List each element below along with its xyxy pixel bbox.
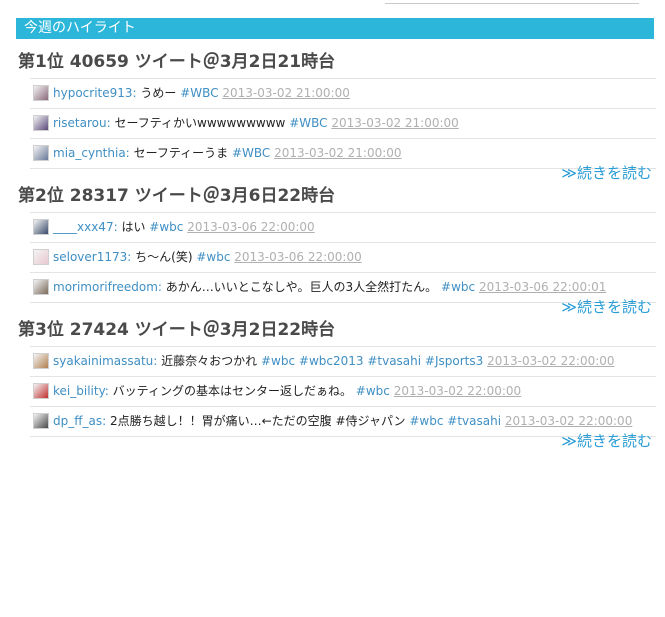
tweet-text: セーフティーうま [133, 146, 229, 160]
hashtag-link[interactable]: #wbc #tvasahi [409, 414, 501, 428]
read-more-link[interactable]: ≫続きを読む [561, 296, 652, 318]
read-more-link[interactable]: ≫続きを読む [561, 162, 652, 184]
tweet-username-link[interactable]: selover1173: [53, 250, 131, 264]
hashtag-link[interactable]: #wbc [149, 220, 183, 234]
hashtag-link[interactable]: #WBC [232, 146, 270, 160]
avatar[interactable] [33, 85, 49, 101]
avatar[interactable] [33, 383, 49, 399]
rank-title: 第2位 28317 ツイート＠3月6日22時台 [18, 186, 336, 206]
section-title: 今週のハイライト [24, 20, 136, 36]
avatar[interactable] [33, 145, 49, 161]
hashtag-link[interactable]: #WBC [289, 116, 327, 130]
tweet-timestamp-link[interactable]: 2013-03-02 21:00:00 [222, 86, 349, 100]
avatar[interactable] [33, 115, 49, 131]
avatar[interactable] [33, 279, 49, 295]
tweet-timestamp-link[interactable]: 2013-03-02 21:00:00 [274, 146, 401, 160]
tweet-row: selover1173: ち～ん(笑) #wbc 2013-03-06 22:0… [30, 242, 656, 272]
hashtag-link[interactable]: #wbc [196, 250, 230, 264]
hashtag-link[interactable]: #wbc #wbc2013 #tvasahi #Jsports3 [261, 354, 483, 368]
tweet-timestamp-link[interactable]: 2013-03-06 22:00:01 [479, 280, 606, 294]
tweet-text: セーフティかいwwwwwwwww [114, 116, 286, 130]
avatar[interactable] [33, 413, 49, 429]
rank-block-3: 第3位 27424 ツイート＠3月2日22時台 syakainimassatu:… [18, 317, 658, 617]
read-more-link[interactable]: ≫続きを読む [561, 430, 652, 452]
tweet-username-link[interactable]: dp_ff_as: [53, 414, 106, 428]
avatar[interactable] [33, 353, 49, 369]
avatar[interactable] [33, 219, 49, 235]
tweet-list: ____xxx47: はい #wbc 2013-03-06 22:00:00 s… [30, 212, 656, 303]
tweet-timestamp-link[interactable]: 2013-03-02 22:00:00 [487, 354, 614, 368]
tweet-text: バッティングの基本はセンター返しだぁね。 [112, 384, 352, 398]
tweet-row: hypocrite913: うめー #WBC 2013-03-02 21:00:… [30, 78, 656, 108]
hashtag-link[interactable]: #WBC [180, 86, 218, 100]
tweet-row: syakainimassatu: 近藤奈々おつかれ #wbc #wbc2013 … [30, 346, 656, 376]
top-divider [385, 0, 639, 4]
avatar[interactable] [33, 249, 49, 265]
tweet-row: kei_bility: バッティングの基本はセンター返しだぁね。 #wbc 20… [30, 376, 656, 406]
tweet-username-link[interactable]: kei_bility: [53, 384, 109, 398]
tweet-text: 2点勝ち越し！！胃が痛い…←ただの空腹 #侍ジャパン [109, 414, 406, 428]
tweet-username-link[interactable]: hypocrite913: [53, 86, 137, 100]
tweet-text: ち～ん(笑) [135, 250, 193, 264]
rank-title: 第3位 27424 ツイート＠3月2日22時台 [18, 320, 336, 340]
tweet-text: あかん…いいとこなしや。巨人の3人全然打たん。 [165, 280, 438, 294]
tweet-text: 近藤奈々おつかれ [161, 354, 258, 368]
tweet-username-link[interactable]: ____xxx47: [53, 220, 118, 234]
tweet-timestamp-link[interactable]: 2013-03-06 22:00:00 [234, 250, 361, 264]
tweet-username-link[interactable]: risetarou: [53, 116, 111, 130]
tweet-username-link[interactable]: syakainimassatu: [53, 354, 157, 368]
tweet-text: はい [121, 220, 146, 234]
tweet-list: hypocrite913: うめー #WBC 2013-03-02 21:00:… [30, 78, 656, 169]
tweet-text: うめー [140, 86, 177, 100]
hashtag-link[interactable]: #wbc [441, 280, 475, 294]
tweet-list: syakainimassatu: 近藤奈々おつかれ #wbc #wbc2013 … [30, 346, 656, 437]
tweet-timestamp-link[interactable]: 2013-03-06 22:00:00 [187, 220, 314, 234]
tweet-username-link[interactable]: morimorifreedom: [53, 280, 162, 294]
rank-title: 第1位 40659 ツイート＠3月2日21時台 [18, 52, 336, 72]
tweet-username-link[interactable]: mia_cynthia: [53, 146, 130, 160]
tweet-timestamp-link[interactable]: 2013-03-02 22:00:00 [505, 414, 632, 428]
tweet-timestamp-link[interactable]: 2013-03-02 21:00:00 [331, 116, 458, 130]
tweet-timestamp-link[interactable]: 2013-03-02 22:00:00 [394, 384, 521, 398]
section-header: 今週のハイライト [16, 18, 654, 39]
tweet-row: ____xxx47: はい #wbc 2013-03-06 22:00:00 [30, 212, 656, 242]
hashtag-link[interactable]: #wbc [356, 384, 390, 398]
tweet-row: risetarou: セーフティかいwwwwwwwww #WBC 2013-03… [30, 108, 656, 138]
